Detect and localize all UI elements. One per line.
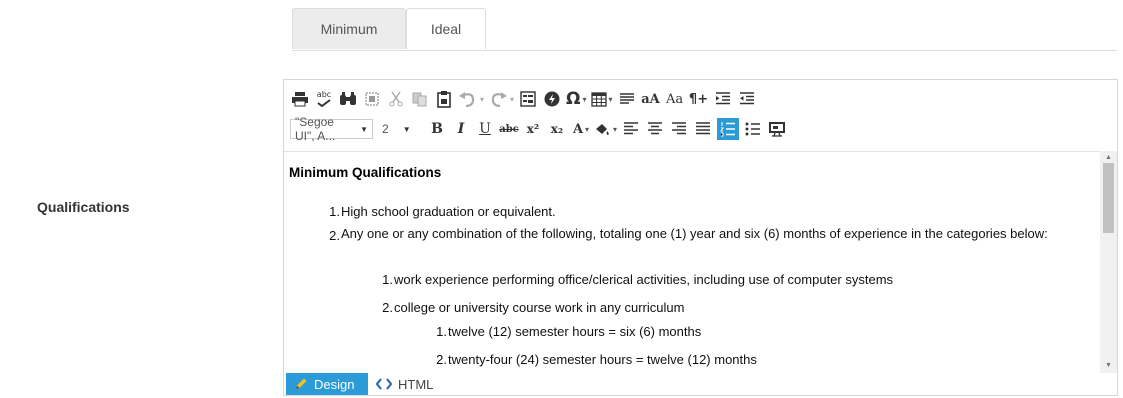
list-item: 1. High school graduation or equivalent. — [284, 204, 1084, 228]
font-color-icon[interactable]: A ▾ — [571, 118, 591, 140]
justify-icon[interactable] — [693, 118, 713, 140]
scroll-thumb[interactable] — [1103, 163, 1114, 233]
show-marks-icon[interactable]: ¶+ — [689, 88, 709, 110]
indent-icon[interactable] — [713, 88, 733, 110]
bullet-list-icon[interactable] — [743, 118, 763, 140]
list-item: 1. work experience performing office/cle… — [284, 272, 1084, 300]
redo-icon[interactable]: ▾ — [488, 88, 514, 110]
font-family-value: "Segoe UI", A... — [295, 115, 336, 143]
omega-glyph: Ω — [566, 89, 581, 109]
list-number: 2. — [329, 228, 340, 243]
html-mode-button[interactable]: HTML — [376, 373, 433, 395]
font-family-select[interactable]: "Segoe UI", A... ▼ — [290, 115, 373, 143]
list-number: 2. — [436, 352, 447, 367]
list-item-text: college or university course work in any… — [394, 300, 685, 315]
form-icon[interactable] — [518, 88, 538, 110]
editor-toolbar: abc ▾ ▾ Ω ▾ ▾ aA Aa ¶+ "Segoe UI", A... … — [284, 80, 1117, 151]
sub-list: 1. work experience performing office/cle… — [284, 272, 1084, 328]
toolbar-row-1: abc ▾ ▾ Ω ▾ ▾ aA Aa ¶+ — [290, 87, 761, 111]
bold-icon[interactable]: B — [427, 118, 447, 140]
align-left-icon[interactable] — [621, 118, 641, 140]
sub-sub-list: 1. twelve (12) semester hours = six (6) … — [284, 324, 1084, 374]
font-color-glyph: A — [572, 121, 584, 137]
special-char-icon[interactable]: Ω ▾ — [566, 88, 586, 110]
list-item-text: Any one or any combination of the follow… — [341, 226, 1048, 241]
list-number: 2. — [382, 300, 393, 315]
pencil-icon — [296, 378, 307, 389]
spellcheck-icon[interactable]: abc — [314, 88, 334, 110]
list-item: 1. twelve (12) semester hours = six (6) … — [284, 324, 1084, 352]
content-heading: Minimum Qualifications — [289, 165, 442, 180]
qualifications-label: Qualifications — [37, 199, 130, 215]
font-size-select[interactable]: 2 ▼ — [377, 119, 423, 139]
content-scrollbar[interactable]: ▲ ▼ — [1100, 151, 1117, 373]
select-all-icon[interactable] — [362, 88, 382, 110]
qualification-tabs: Minimum Ideal — [292, 8, 1117, 51]
list-number: 1. — [329, 204, 340, 219]
case-icon[interactable]: Aa — [665, 88, 685, 110]
list-item-text: work experience performing office/cleric… — [394, 272, 894, 287]
scroll-down-arrow-icon[interactable]: ▼ — [1100, 359, 1117, 373]
paragraph-icon[interactable] — [617, 88, 637, 110]
editor-mode-bar: Design HTML — [284, 373, 1117, 397]
design-mode-label: Design — [314, 376, 355, 392]
tab-ideal[interactable]: Ideal — [406, 8, 486, 49]
copy-icon[interactable] — [410, 88, 430, 110]
preview-icon[interactable] — [767, 118, 787, 140]
subscript-icon[interactable]: x₂ — [547, 118, 567, 140]
top-level-list: 1. High school graduation or equivalent.… — [284, 204, 1084, 272]
italic-icon[interactable]: I — [451, 118, 471, 140]
list-item-text: High school graduation or equivalent. — [341, 204, 556, 219]
tab-minimum[interactable]: Minimum — [292, 8, 406, 49]
print-icon[interactable] — [290, 88, 310, 110]
font-size-value: 2 — [382, 122, 389, 136]
spellcheck-text: abc — [316, 90, 332, 99]
outdent-icon[interactable] — [737, 88, 757, 110]
list-number: 1. — [382, 272, 393, 287]
align-center-icon[interactable] — [645, 118, 665, 140]
flash-icon[interactable] — [542, 88, 562, 110]
code-icon — [376, 378, 392, 390]
rich-text-editor: abc ▾ ▾ Ω ▾ ▾ aA Aa ¶+ "Segoe UI", A... … — [283, 79, 1118, 396]
list-number: 1. — [436, 324, 447, 339]
find-icon[interactable] — [338, 88, 358, 110]
list-item-text: twenty-four (24) semester hours = twelve… — [448, 352, 757, 367]
highlight-icon[interactable]: ▾ — [595, 118, 617, 140]
editor-content[interactable]: Minimum Qualifications 1. High school gr… — [284, 151, 1117, 374]
list-item: 2. twenty-four (24) semester hours = twe… — [284, 352, 1084, 374]
list-item-text: twelve (12) semester hours = six (6) mon… — [448, 324, 702, 339]
underline-icon[interactable]: U — [475, 118, 495, 140]
font-size-icon[interactable]: aA — [641, 88, 661, 110]
toolbar-row-2: "Segoe UI", A... ▼ 2 ▼ B I U abc x² x₂ A ▾ … — [290, 115, 791, 143]
table-icon[interactable]: ▾ — [590, 88, 613, 110]
numbered-list-icon[interactable] — [717, 118, 740, 140]
paste-icon[interactable] — [434, 88, 454, 110]
undo-icon[interactable]: ▾ — [458, 88, 484, 110]
design-mode-button[interactable]: Design — [286, 373, 368, 395]
superscript-icon[interactable]: x² — [523, 118, 543, 140]
list-item: 2. Any one or any combination of the fol… — [284, 226, 1084, 272]
html-mode-label: HTML — [398, 376, 434, 392]
strikethrough-icon[interactable]: abc — [499, 118, 519, 140]
cut-icon[interactable] — [386, 88, 406, 110]
align-right-icon[interactable] — [669, 118, 689, 140]
